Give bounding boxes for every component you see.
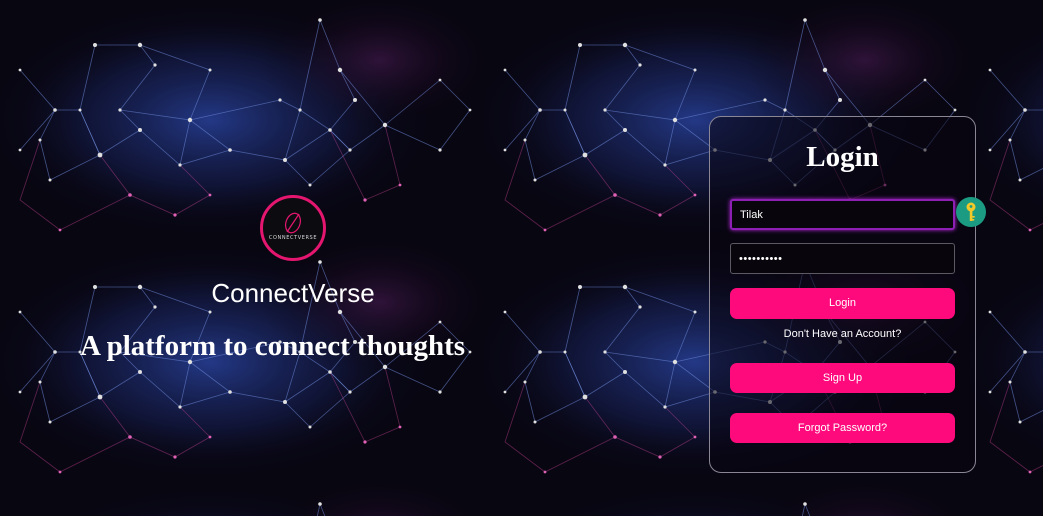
logo-wordmark: CONNECTVERSE — [268, 235, 318, 241]
forgot-password-button[interactable]: Forgot Password? — [730, 413, 955, 443]
key-icon[interactable] — [956, 197, 986, 227]
connectverse-logo-icon: CONNECTVERSE — [260, 195, 326, 261]
tagline: A platform to connect thoughts — [80, 330, 466, 362]
username-input[interactable] — [730, 199, 955, 230]
login-title: Login — [806, 141, 879, 173]
login-card: Login Login Don't Have an Account? Sign … — [709, 116, 986, 473]
signup-button[interactable]: Sign Up — [730, 363, 955, 393]
password-input[interactable] — [730, 243, 955, 274]
brand-name: ConnectVerse — [211, 278, 375, 308]
no-account-text: Don't Have an Account? — [783, 328, 902, 340]
login-button[interactable]: Login — [730, 288, 955, 319]
logo-mark — [284, 212, 302, 234]
